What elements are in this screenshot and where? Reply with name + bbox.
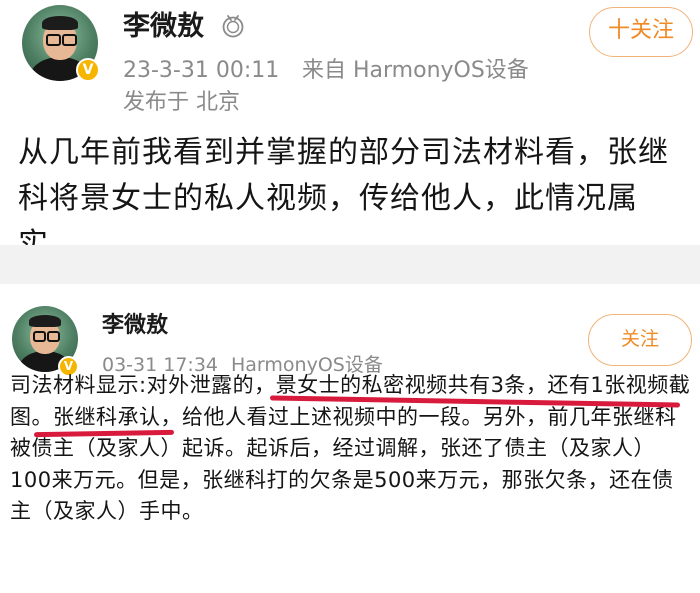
post-source: 来自 HarmonyOS设备 — [302, 58, 529, 83]
follow-button[interactable]: 十关注 — [589, 7, 693, 57]
post-text: 司法材料显示:对外泄露的，景女士的私密视频共有3条，还有1张视频截图。张继科承认… — [10, 373, 691, 523]
weibo-post-1: V 李微敖 十关注 23-3-31 00:11 来自 HarmonyOS设备 发… — [0, 0, 700, 262]
medal-icon — [222, 15, 244, 38]
verified-badge-icon: V — [76, 58, 100, 82]
author-name[interactable]: 李微敖 — [123, 10, 204, 44]
post-location: 发布于 北京 — [123, 90, 240, 115]
feed-divider — [0, 245, 700, 284]
author-name[interactable]: 李微敖 — [102, 311, 168, 341]
weibo-post-2: V 李微敖 关注 03-31 17:34 HarmonyOS设备 司法材料显示:… — [0, 284, 700, 593]
follow-button[interactable]: 关注 — [588, 314, 692, 366]
post-time: 23-3-31 00:11 — [123, 58, 280, 83]
